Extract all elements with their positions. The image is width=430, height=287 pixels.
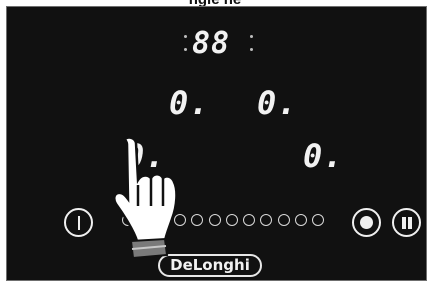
power-level-dot[interactable] xyxy=(312,214,324,226)
screen: ngle ne 88 0. 0. 0. 0. DeLonghi xyxy=(0,0,430,287)
timer-digits: 88 xyxy=(192,26,231,61)
lock-icon xyxy=(360,216,373,229)
timer-dot-left-bottom xyxy=(184,48,187,51)
power-level-dot[interactable] xyxy=(226,214,238,226)
power-level-dot[interactable] xyxy=(191,214,203,226)
power-level-dot[interactable] xyxy=(295,214,307,226)
pause-button[interactable] xyxy=(392,208,421,237)
touch-hand-icon xyxy=(113,136,178,260)
timer-dot-right-bottom xyxy=(250,48,253,51)
pause-icon-bar xyxy=(408,217,412,229)
pause-icon xyxy=(402,217,406,229)
power-level-dot[interactable] xyxy=(209,214,221,226)
timer-display[interactable]: 88 xyxy=(184,26,253,61)
zone-bottom-right-display[interactable]: 0. xyxy=(303,140,344,172)
power-icon xyxy=(78,216,80,230)
zone-top-right-display[interactable]: 0. xyxy=(257,87,298,119)
cooktop-panel: 88 0. 0. 0. 0. DeLonghi xyxy=(6,6,427,281)
power-level-dot[interactable] xyxy=(260,214,272,226)
power-level-dot[interactable] xyxy=(278,214,290,226)
power-level-dot[interactable] xyxy=(243,214,255,226)
lock-button[interactable] xyxy=(352,208,381,237)
power-button[interactable] xyxy=(64,208,93,237)
timer-dot-right-top xyxy=(250,35,253,38)
zone-top-left-display[interactable]: 0. xyxy=(169,87,210,119)
timer-dot-left-top xyxy=(184,35,187,38)
